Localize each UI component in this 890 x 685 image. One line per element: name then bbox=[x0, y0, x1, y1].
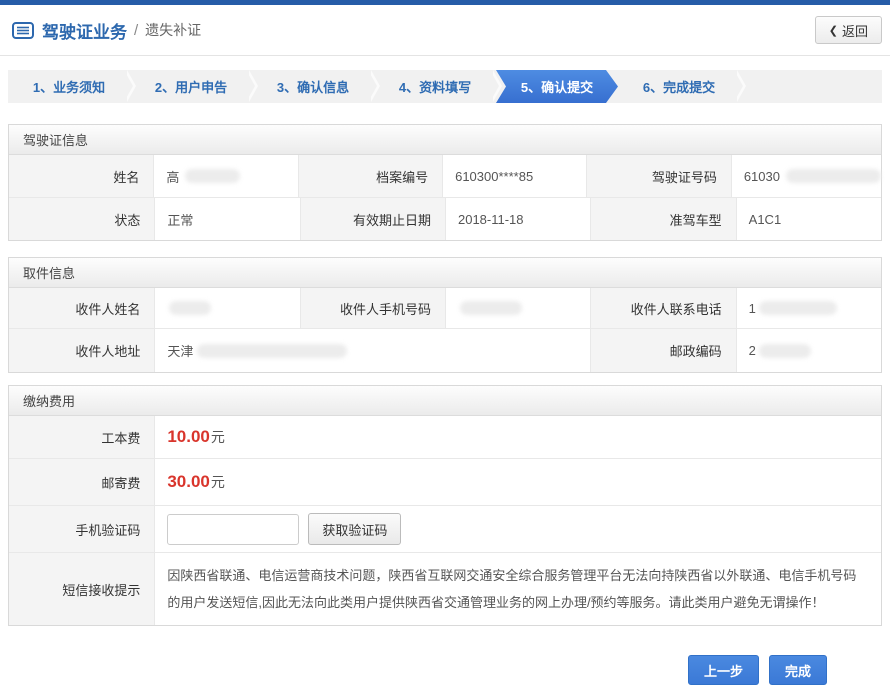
fees-section-title: 缴纳费用 bbox=[9, 386, 881, 416]
work-fee-amount: 10.00 bbox=[167, 427, 210, 447]
get-code-button[interactable]: 获取验证码 bbox=[308, 513, 401, 545]
step-6-finish-submit[interactable]: 6、完成提交 bbox=[618, 70, 740, 103]
sms-code-label: 手机验证码 bbox=[9, 506, 154, 552]
pickup-section-title: 取件信息 bbox=[9, 258, 881, 288]
chevron-left-icon: ❮ bbox=[829, 24, 838, 37]
footer-actions: 上一步 完成 bbox=[0, 626, 890, 685]
name-value: 高 bbox=[153, 155, 297, 197]
recipient-name-value bbox=[154, 288, 299, 328]
list-icon bbox=[12, 22, 34, 39]
breadcrumb-current: 遗失补证 bbox=[145, 20, 201, 40]
redacted-blur bbox=[169, 301, 211, 315]
vehicle-class-value: A1C1 bbox=[736, 198, 881, 240]
redacted-blur bbox=[197, 344, 347, 358]
page-title: 驾驶证业务 bbox=[42, 18, 127, 43]
license-info-section: 驾驶证信息 姓名 高 档案编号 610300****85 驾驶证号码 61030… bbox=[8, 124, 882, 241]
fees-section: 缴纳费用 工本费 10.00 元 邮寄费 30.00 元 手机验证码 获取验证码… bbox=[8, 385, 882, 626]
back-button-label: 返回 bbox=[842, 21, 868, 40]
license-number-label: 驾驶证号码 bbox=[586, 155, 730, 197]
redacted-blur bbox=[786, 169, 881, 183]
recipient-name-label: 收件人姓名 bbox=[9, 288, 154, 328]
recipient-phone-value: 1 bbox=[736, 288, 881, 328]
page-header: 驾驶证业务 / 遗失补证 ❮ 返回 bbox=[0, 5, 890, 56]
sms-code-cell: 获取验证码 bbox=[154, 506, 881, 552]
expiry-date-value: 2018-11-18 bbox=[445, 198, 590, 240]
previous-step-button[interactable]: 上一步 bbox=[688, 655, 759, 685]
recipient-mobile-value bbox=[445, 288, 590, 328]
license-section-title: 驾驶证信息 bbox=[9, 125, 881, 155]
postage-fee-unit: 元 bbox=[211, 472, 225, 492]
work-fee-unit: 元 bbox=[211, 427, 225, 447]
status-value: 正常 bbox=[154, 198, 299, 240]
postage-fee-amount: 30.00 bbox=[167, 472, 210, 492]
table-row: 短信接收提示 因陕西省联通、电信运营商技术问题，陕西省互联网交通安全综合服务管理… bbox=[9, 552, 881, 625]
step-1-business-notes[interactable]: 1、业务须知 bbox=[8, 70, 130, 103]
recipient-address-value: 天津 bbox=[154, 329, 590, 372]
file-number-value: 610300****85 bbox=[442, 155, 586, 197]
redacted-blur bbox=[185, 169, 240, 183]
pickup-info-section: 取件信息 收件人姓名 收件人手机号码 收件人联系电话 1 收件人地址 天津 邮政… bbox=[8, 257, 882, 373]
table-row: 工本费 10.00 元 bbox=[9, 416, 881, 458]
sms-code-input[interactable] bbox=[167, 514, 299, 545]
name-label: 姓名 bbox=[9, 155, 153, 197]
step-2-user-declaration[interactable]: 2、用户申告 bbox=[130, 70, 252, 103]
recipient-mobile-label: 收件人手机号码 bbox=[300, 288, 445, 328]
redacted-blur bbox=[759, 301, 837, 315]
steps-bar: 1、业务须知 2、用户申告 3、确认信息 4、资料填写 5、确认提交 6、完成提… bbox=[8, 70, 882, 103]
sms-notice-text: 因陕西省联通、电信运营商技术问题，陕西省互联网交通安全综合服务管理平台无法向持陕… bbox=[154, 553, 881, 625]
license-number-value: 61030 bbox=[731, 155, 881, 197]
vehicle-class-label: 准驾车型 bbox=[590, 198, 735, 240]
redacted-blur bbox=[460, 301, 522, 315]
file-number-label: 档案编号 bbox=[298, 155, 442, 197]
work-fee-label: 工本费 bbox=[9, 416, 154, 458]
table-row: 姓名 高 档案编号 610300****85 驾驶证号码 61030 bbox=[9, 155, 881, 197]
table-row: 收件人地址 天津 邮政编码 2 bbox=[9, 328, 881, 372]
sms-notice-label: 短信接收提示 bbox=[9, 553, 154, 625]
breadcrumb-separator: / bbox=[134, 22, 138, 39]
redacted-blur bbox=[759, 344, 811, 358]
status-label: 状态 bbox=[9, 198, 154, 240]
expiry-date-label: 有效期止日期 bbox=[300, 198, 445, 240]
recipient-address-label: 收件人地址 bbox=[9, 329, 154, 372]
postage-fee-label: 邮寄费 bbox=[9, 459, 154, 505]
finish-button[interactable]: 完成 bbox=[769, 655, 827, 685]
recipient-phone-label: 收件人联系电话 bbox=[590, 288, 735, 328]
work-fee-value: 10.00 元 bbox=[154, 416, 881, 458]
table-row: 邮寄费 30.00 元 bbox=[9, 458, 881, 505]
postage-fee-value: 30.00 元 bbox=[154, 459, 881, 505]
step-4-fill-materials[interactable]: 4、资料填写 bbox=[374, 70, 496, 103]
step-5-confirm-submit[interactable]: 5、确认提交 bbox=[496, 70, 618, 103]
table-row: 收件人姓名 收件人手机号码 收件人联系电话 1 bbox=[9, 288, 881, 328]
back-button[interactable]: ❮ 返回 bbox=[815, 16, 882, 44]
postal-code-label: 邮政编码 bbox=[590, 329, 735, 372]
table-row: 状态 正常 有效期止日期 2018-11-18 准驾车型 A1C1 bbox=[9, 197, 881, 240]
table-row: 手机验证码 获取验证码 bbox=[9, 505, 881, 552]
postal-code-value: 2 bbox=[736, 329, 881, 372]
step-3-confirm-info[interactable]: 3、确认信息 bbox=[252, 70, 374, 103]
